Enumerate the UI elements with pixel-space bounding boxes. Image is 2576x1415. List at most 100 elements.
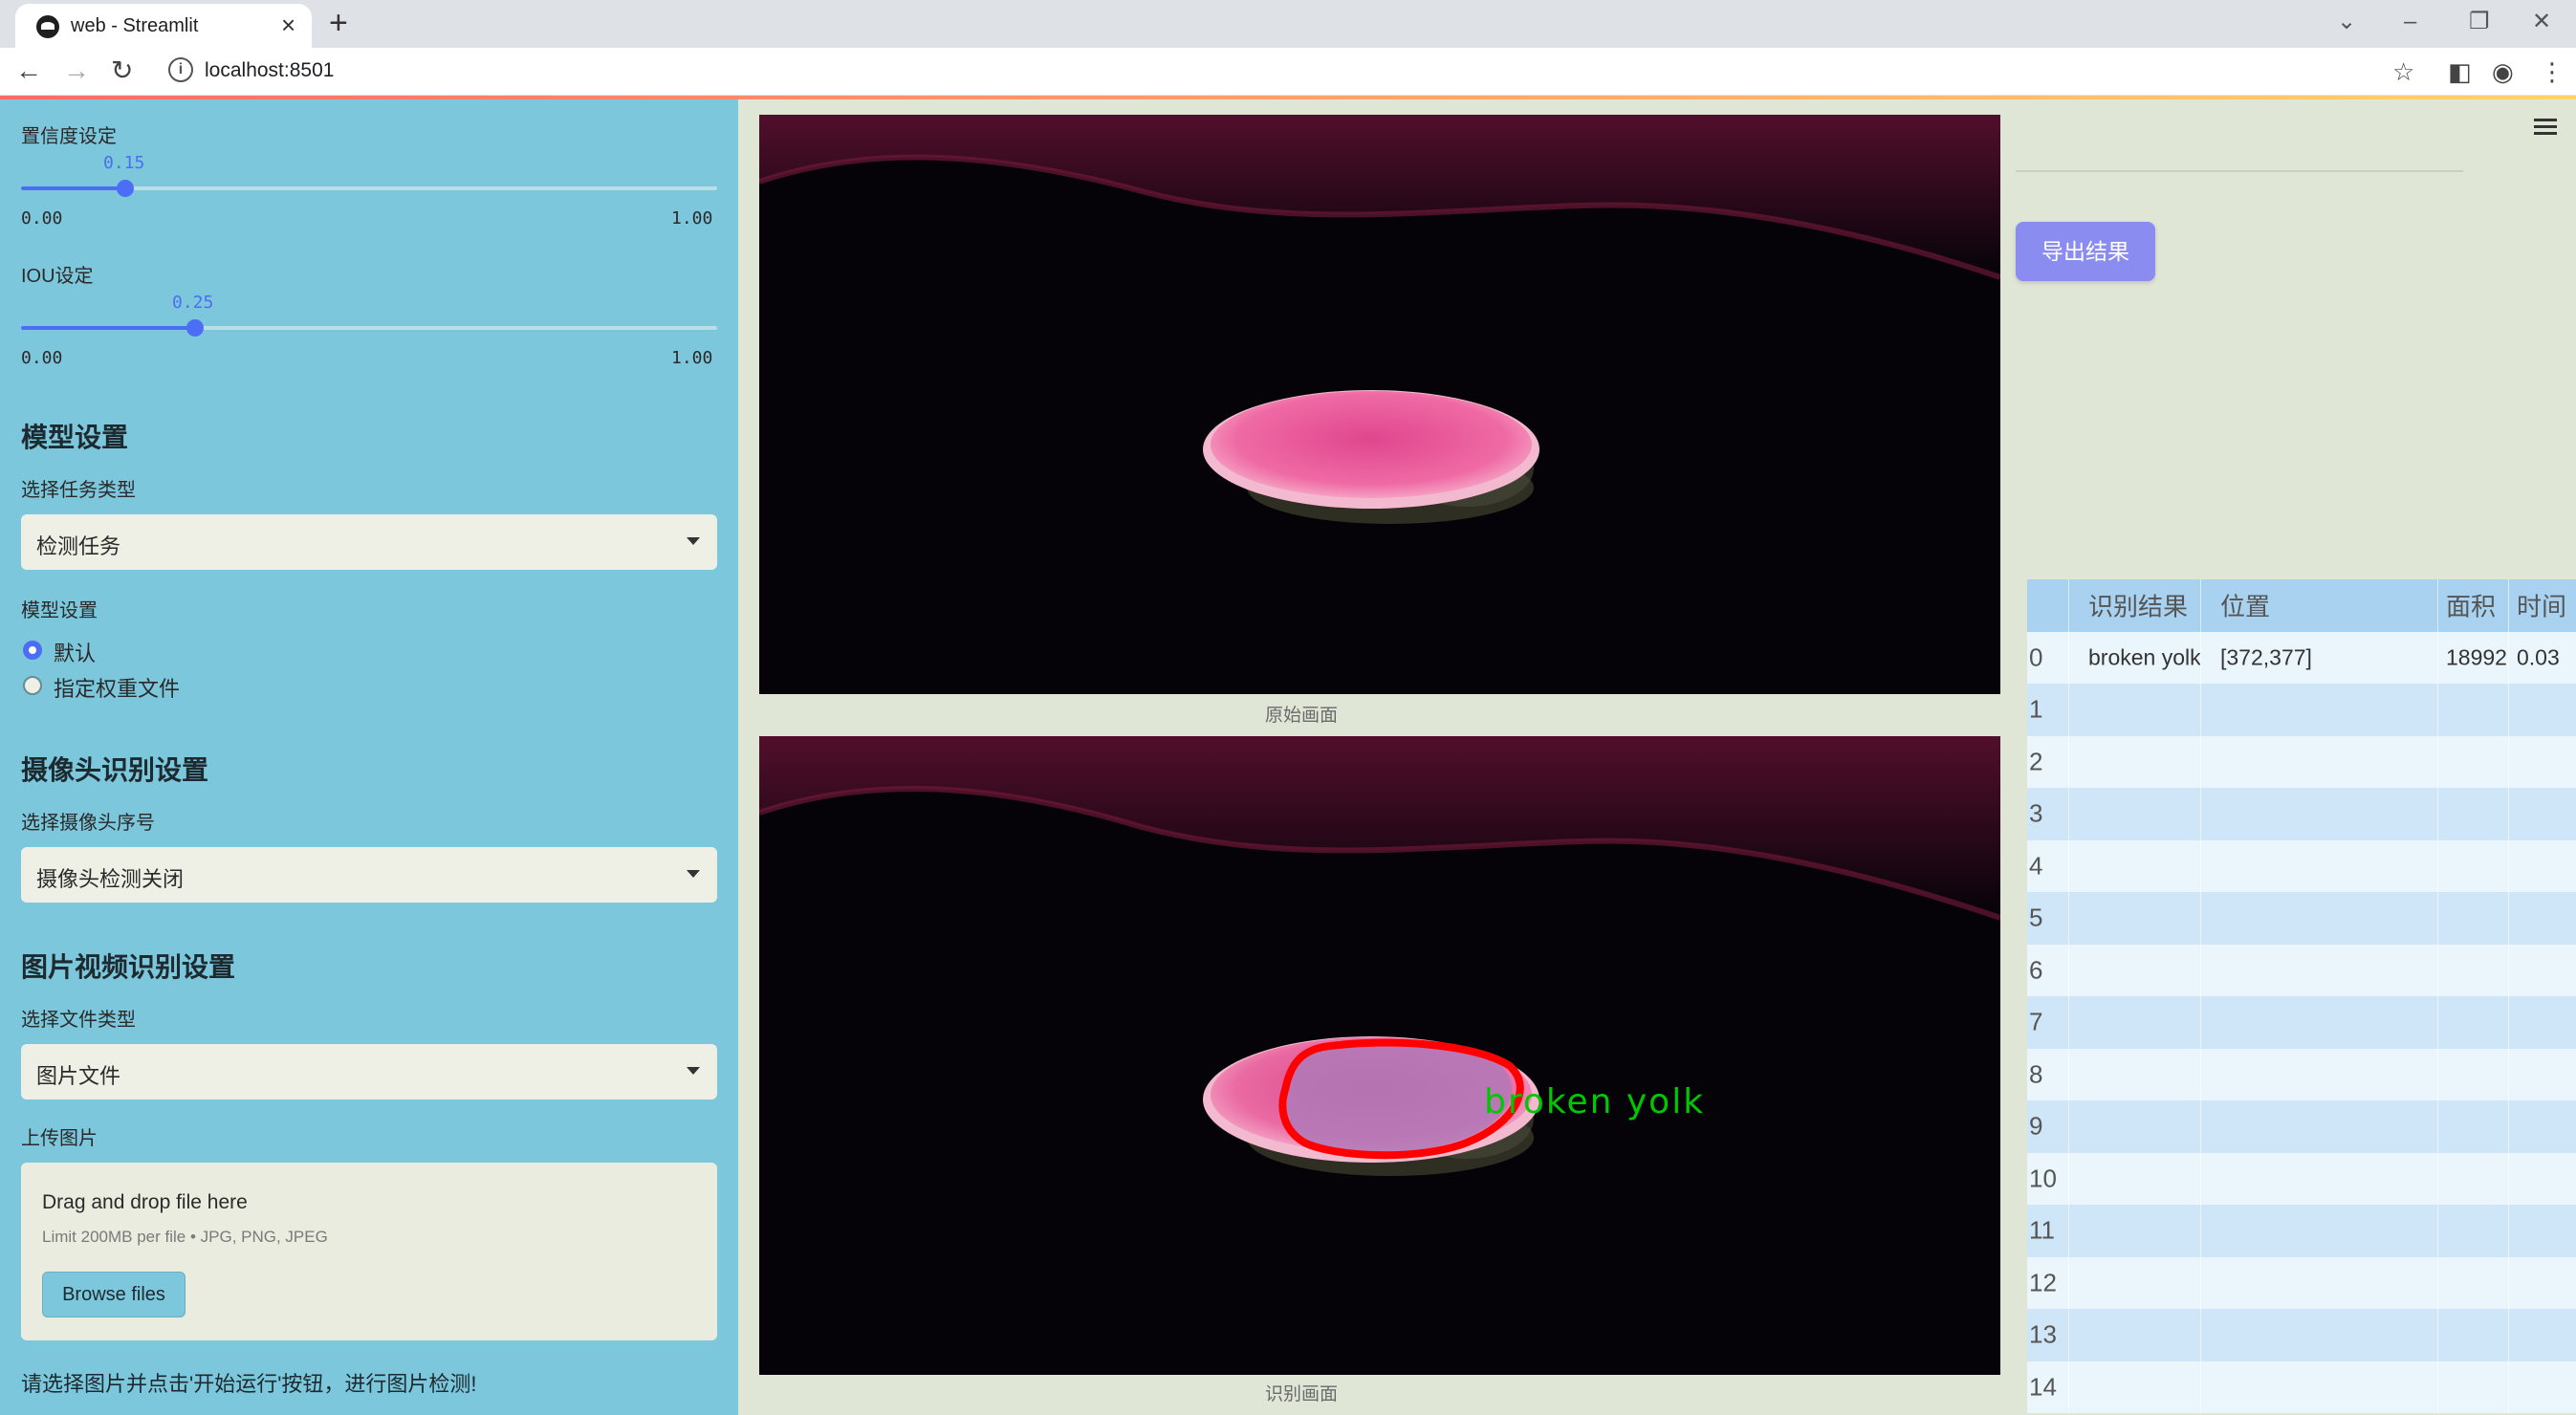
cell-text: 18992	[2446, 644, 2507, 670]
cell-result	[2069, 839, 2201, 892]
profile-avatar-icon[interactable]: ◉	[2492, 57, 2514, 86]
table-row: 14	[2027, 1361, 2576, 1413]
table-row: 0 broken yolk [372,377] 18992 0.03	[2027, 631, 2576, 685]
cell-area	[2438, 684, 2509, 736]
cell-position	[2201, 1048, 2438, 1100]
cell-index: 8	[2027, 1048, 2069, 1100]
table-row: 5	[2027, 892, 2576, 945]
cell-time	[2509, 1100, 2576, 1153]
cell-time	[2509, 840, 2576, 893]
cell-text: 12	[2029, 1268, 2057, 1297]
cell-result	[2069, 735, 2201, 788]
detection-label: broken yolk	[1484, 1082, 1706, 1121]
table-row: 7	[2027, 996, 2576, 1049]
upload-limit: Limit 200MB per file • JPG, PNG, JPEG	[42, 1228, 328, 1246]
cell-time	[2509, 684, 2576, 736]
cell-index: 1	[2027, 684, 2069, 736]
cell-text: [372,377]	[2220, 644, 2312, 670]
original-image	[759, 115, 2000, 694]
confidence-label: 置信度设定	[21, 126, 117, 147]
forward-icon[interactable]: →	[63, 55, 90, 86]
model-setting-label: 模型设置	[21, 600, 98, 621]
cell-text: 0.03	[2517, 644, 2560, 670]
cell-time: 0.03	[2509, 632, 2576, 685]
export-results-button[interactable]: 导出结果	[2016, 222, 2155, 281]
cell-text: broken yolk	[2088, 644, 2201, 670]
browser-menu-icon[interactable]: ⋮	[2540, 57, 2565, 86]
cell-text: 6	[2029, 955, 2043, 985]
cell-index: 13	[2027, 1309, 2069, 1361]
header-cell-time[interactable]: 时间	[2509, 579, 2576, 632]
table-row: 8	[2027, 1048, 2576, 1100]
file-type-label: 选择文件类型	[21, 1010, 136, 1031]
iou-slider[interactable]	[21, 319, 717, 337]
task-type-value: 检测任务	[36, 534, 121, 558]
confidence-slider-thumb[interactable]	[117, 180, 134, 197]
new-tab-icon[interactable]: +	[329, 6, 348, 40]
table-row: 11	[2027, 1205, 2576, 1257]
cell-position	[2201, 839, 2438, 892]
camera-select[interactable]: 摄像头检测关闭	[21, 847, 717, 903]
cell-index: 2	[2027, 735, 2069, 788]
iou-slider-thumb[interactable]	[186, 319, 204, 337]
cell-index: 12	[2027, 1256, 2069, 1309]
cell-result: broken yolk	[2069, 631, 2201, 684]
header-cell-index[interactable]	[2027, 579, 2069, 632]
header-cell-position[interactable]: 位置	[2201, 579, 2438, 632]
cell-position	[2201, 892, 2438, 945]
iou-label: IOU设定	[21, 266, 94, 287]
confidence-min: 0.00	[21, 208, 63, 229]
confidence-slider[interactable]	[21, 180, 717, 197]
bookmark-star-icon[interactable]: ☆	[2392, 57, 2414, 86]
chevron-down-icon	[687, 537, 700, 545]
minimize-icon[interactable]: –	[2404, 8, 2416, 36]
cell-position	[2201, 944, 2438, 996]
cell-area	[2438, 1256, 2509, 1309]
tab-search-chevron-icon[interactable]: ⌄	[2337, 8, 2356, 36]
cell-position	[2201, 1100, 2438, 1153]
chevron-down-icon	[687, 870, 700, 878]
cell-result	[2069, 1309, 2201, 1361]
browser-tab-bar: web - Streamlit × + ⌄ – ❐ ✕	[0, 0, 2576, 48]
tab-close-icon[interactable]: ×	[281, 11, 295, 38]
cell-text: 14	[2029, 1372, 2057, 1402]
table-row: 12	[2027, 1256, 2576, 1309]
browse-files-button[interactable]: Browse files	[42, 1272, 186, 1317]
site-info-icon[interactable]: i	[168, 57, 193, 82]
table-row: 10	[2027, 1152, 2576, 1205]
upload-label: 上传图片	[21, 1128, 98, 1149]
confidence-value: 0.15	[103, 153, 145, 173]
cell-text: 时间	[2517, 592, 2567, 621]
sidebar-hint: 请选择图片并点击'开始运行'按钮，进行图片检测!	[21, 1372, 477, 1396]
cell-text: 3	[2029, 798, 2043, 828]
browser-tab[interactable]: web - Streamlit ×	[15, 4, 312, 48]
header-cell-area[interactable]: 面积	[2438, 579, 2509, 632]
cell-position	[2201, 1256, 2438, 1309]
file-uploader-dropzone[interactable]: Drag and drop file here Limit 200MB per …	[21, 1163, 717, 1340]
table-row: 4	[2027, 839, 2576, 893]
address-bar[interactable]: localhost:8501	[205, 59, 334, 82]
table-row: 2	[2027, 735, 2576, 788]
window-close-icon[interactable]: ✕	[2532, 8, 2551, 36]
cell-area	[2438, 839, 2509, 892]
cell-position: [372,377]	[2201, 631, 2438, 684]
task-type-select[interactable]: 检测任务	[21, 514, 717, 570]
cell-text: 9	[2029, 1111, 2043, 1141]
restore-icon[interactable]: ❐	[2469, 8, 2490, 36]
hamburger-menu-icon[interactable]	[2534, 119, 2557, 136]
media-settings-heading: 图片视频识别设置	[21, 952, 236, 982]
cell-area	[2438, 996, 2509, 1049]
side-panel-icon[interactable]: ◧	[2448, 57, 2472, 86]
file-type-select[interactable]: 图片文件	[21, 1044, 717, 1099]
chevron-down-icon	[687, 1067, 700, 1075]
header-cell-result[interactable]: 识别结果	[2069, 579, 2201, 632]
cell-area: 18992	[2438, 631, 2509, 684]
back-icon[interactable]: ←	[15, 55, 42, 86]
cell-result	[2069, 1152, 2201, 1205]
iou-slider-fill	[21, 326, 195, 330]
reload-icon[interactable]: ↻	[111, 55, 133, 86]
cell-index: 14	[2027, 1361, 2069, 1413]
camera-label: 选择摄像头序号	[21, 813, 155, 834]
cell-position	[2201, 1152, 2438, 1205]
iou-max: 1.00	[671, 348, 713, 368]
